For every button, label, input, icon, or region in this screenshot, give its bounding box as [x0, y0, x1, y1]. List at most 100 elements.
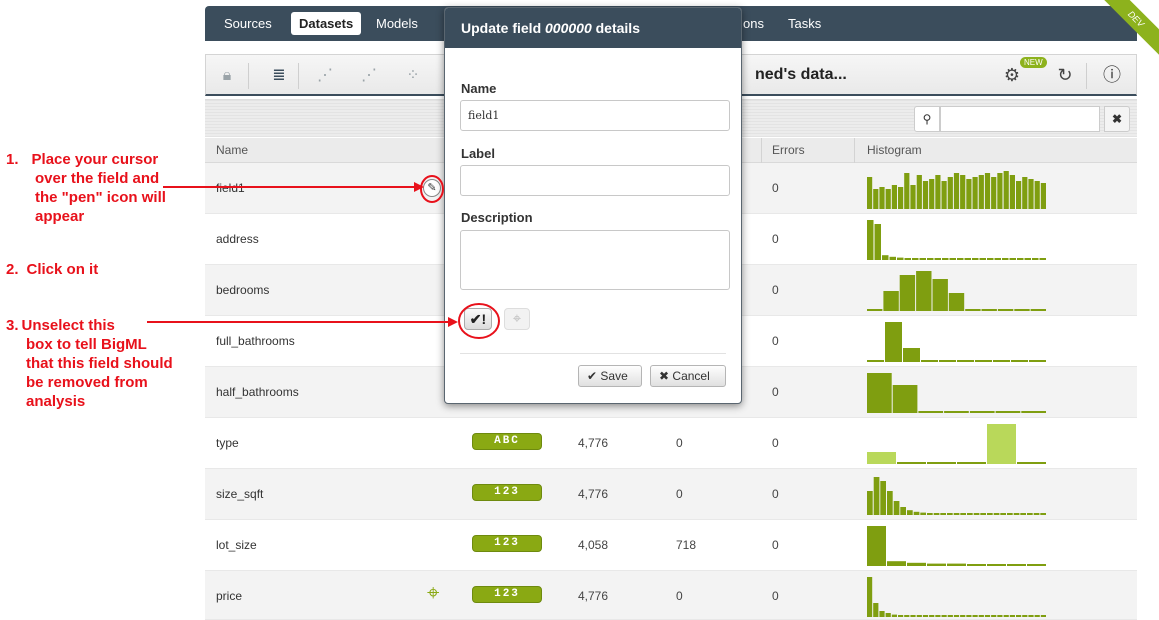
step-1-line: appear [35, 208, 85, 225]
field-type-badge: ABC [472, 433, 542, 450]
histogram-bar [979, 258, 986, 260]
histogram-bar [1024, 258, 1031, 260]
histogram-bar [922, 615, 929, 617]
table-row[interactable]: type ABC 4,776 0 0 [205, 418, 1137, 469]
save-button[interactable]: ✔ Save [578, 365, 642, 387]
histogram-bar [939, 360, 956, 362]
histogram-bar [995, 411, 1021, 413]
histogram-bar [1034, 181, 1040, 209]
histogram-bar [898, 615, 904, 617]
dataset-title: ned's data... [755, 66, 847, 83]
histogram-bar [960, 615, 966, 617]
description-field[interactable] [460, 230, 730, 290]
histogram-bar [904, 615, 910, 617]
histogram-bar [893, 501, 900, 515]
histogram [867, 577, 1046, 617]
field-errors: 0 [772, 589, 779, 603]
tab-models[interactable]: Models [368, 12, 426, 35]
field-type-badge: 123 [472, 535, 542, 552]
histogram-bar [1017, 258, 1024, 260]
toolbar-divider [1086, 63, 1087, 89]
histogram-bar [935, 615, 941, 617]
histogram-bar [921, 360, 938, 362]
label-label: Label [461, 146, 495, 161]
histogram-bar [873, 477, 880, 515]
histogram-bar [960, 513, 966, 515]
histogram-bar [873, 603, 879, 617]
label-field[interactable] [460, 165, 730, 196]
pencil-icon[interactable]: ✎ [423, 179, 441, 197]
cancel-button[interactable]: ✖ Cancel [650, 365, 726, 387]
tab-datasets[interactable]: Datasets [291, 12, 362, 35]
field-type-badge: 123 [472, 586, 542, 603]
histogram-bar [887, 491, 893, 515]
histogram [867, 271, 1046, 311]
histogram-bar [947, 563, 966, 566]
lock-icon[interactable]: 🔒︎ [216, 65, 238, 87]
search-icon[interactable]: ⚲ [914, 106, 940, 132]
objective-target-icon[interactable]: ⌖ [427, 582, 439, 604]
histogram-bar [973, 513, 980, 515]
histogram-bar [1016, 615, 1022, 617]
objective-toggle-button[interactable]: ⌖ [504, 308, 530, 330]
histogram-bar [897, 257, 904, 260]
histogram [867, 526, 1046, 566]
histogram-bar [920, 512, 926, 515]
histogram-bar [1033, 513, 1040, 515]
info-icon[interactable]: ⓘ [1101, 64, 1123, 86]
field-name: price [216, 589, 243, 603]
search-clear-button[interactable]: ✖ [1104, 106, 1130, 132]
histogram-bar [934, 258, 941, 260]
ensemble-icon[interactable]: ⋰ [358, 65, 380, 87]
histogram-bar [981, 309, 997, 311]
cluster-icon[interactable]: ⁘ [402, 65, 424, 87]
search-input[interactable] [940, 106, 1100, 132]
histogram-bar [953, 513, 960, 515]
histogram-bar [1040, 183, 1046, 209]
field-missing: 718 [676, 538, 697, 552]
histogram-bar [1028, 179, 1034, 209]
modal-title-prefix: Update field [461, 20, 546, 36]
histogram-bar [987, 258, 994, 260]
histogram [867, 220, 1046, 260]
model-icon[interactable]: ⋰ [314, 65, 336, 87]
field-missing: 0 [676, 487, 683, 501]
close-icon: ✖ [659, 369, 670, 383]
histogram-bar [1030, 309, 1046, 311]
tab-sources[interactable]: Sources [216, 12, 280, 35]
field-name: bedrooms [216, 283, 270, 297]
step-2-text: Click on it [26, 261, 99, 278]
histogram-bar [887, 561, 906, 566]
histogram-bar [1014, 309, 1030, 311]
step-1-line: over the field and [35, 170, 160, 187]
table-row[interactable]: lot_size 123 4,058 718 0 [205, 520, 1137, 571]
step-1-line: the "pen" icon will [35, 189, 166, 206]
modal-title-id: 000000 [545, 20, 592, 36]
histogram-bar [907, 562, 926, 566]
cancel-label: Cancel [672, 369, 710, 383]
header-errors[interactable]: Errors [772, 143, 805, 157]
table-row[interactable]: price ⌖ 123 4,776 0 0 [205, 571, 1137, 620]
name-label: Name [461, 81, 497, 96]
gear-icon[interactable]: ⚙ [1001, 64, 1023, 86]
histogram-bar [903, 348, 920, 362]
histogram-bar [885, 189, 891, 209]
histogram-bar [933, 513, 940, 515]
histogram [867, 477, 1046, 515]
header-name[interactable]: Name [216, 143, 248, 157]
histogram-bar [948, 293, 965, 311]
field-errors: 0 [772, 436, 779, 450]
histogram-bar [1003, 615, 1009, 617]
histogram-bar [965, 309, 981, 311]
preferred-toggle-button[interactable]: ✔! [464, 308, 492, 330]
histogram-bar [867, 452, 896, 464]
dataset-search-icon[interactable]: ≣ [268, 65, 290, 87]
sync-icon[interactable]: ↻ [1054, 64, 1076, 86]
histogram-bar [919, 258, 926, 260]
tab-tasks[interactable]: Tasks [780, 12, 829, 35]
table-row[interactable]: size_sqft 123 4,776 0 0 [205, 469, 1137, 520]
field-name: lot_size [216, 538, 257, 552]
name-field[interactable]: field1 [460, 100, 730, 131]
step-3-line: that this field should [26, 355, 173, 372]
histogram-bar [953, 615, 960, 617]
